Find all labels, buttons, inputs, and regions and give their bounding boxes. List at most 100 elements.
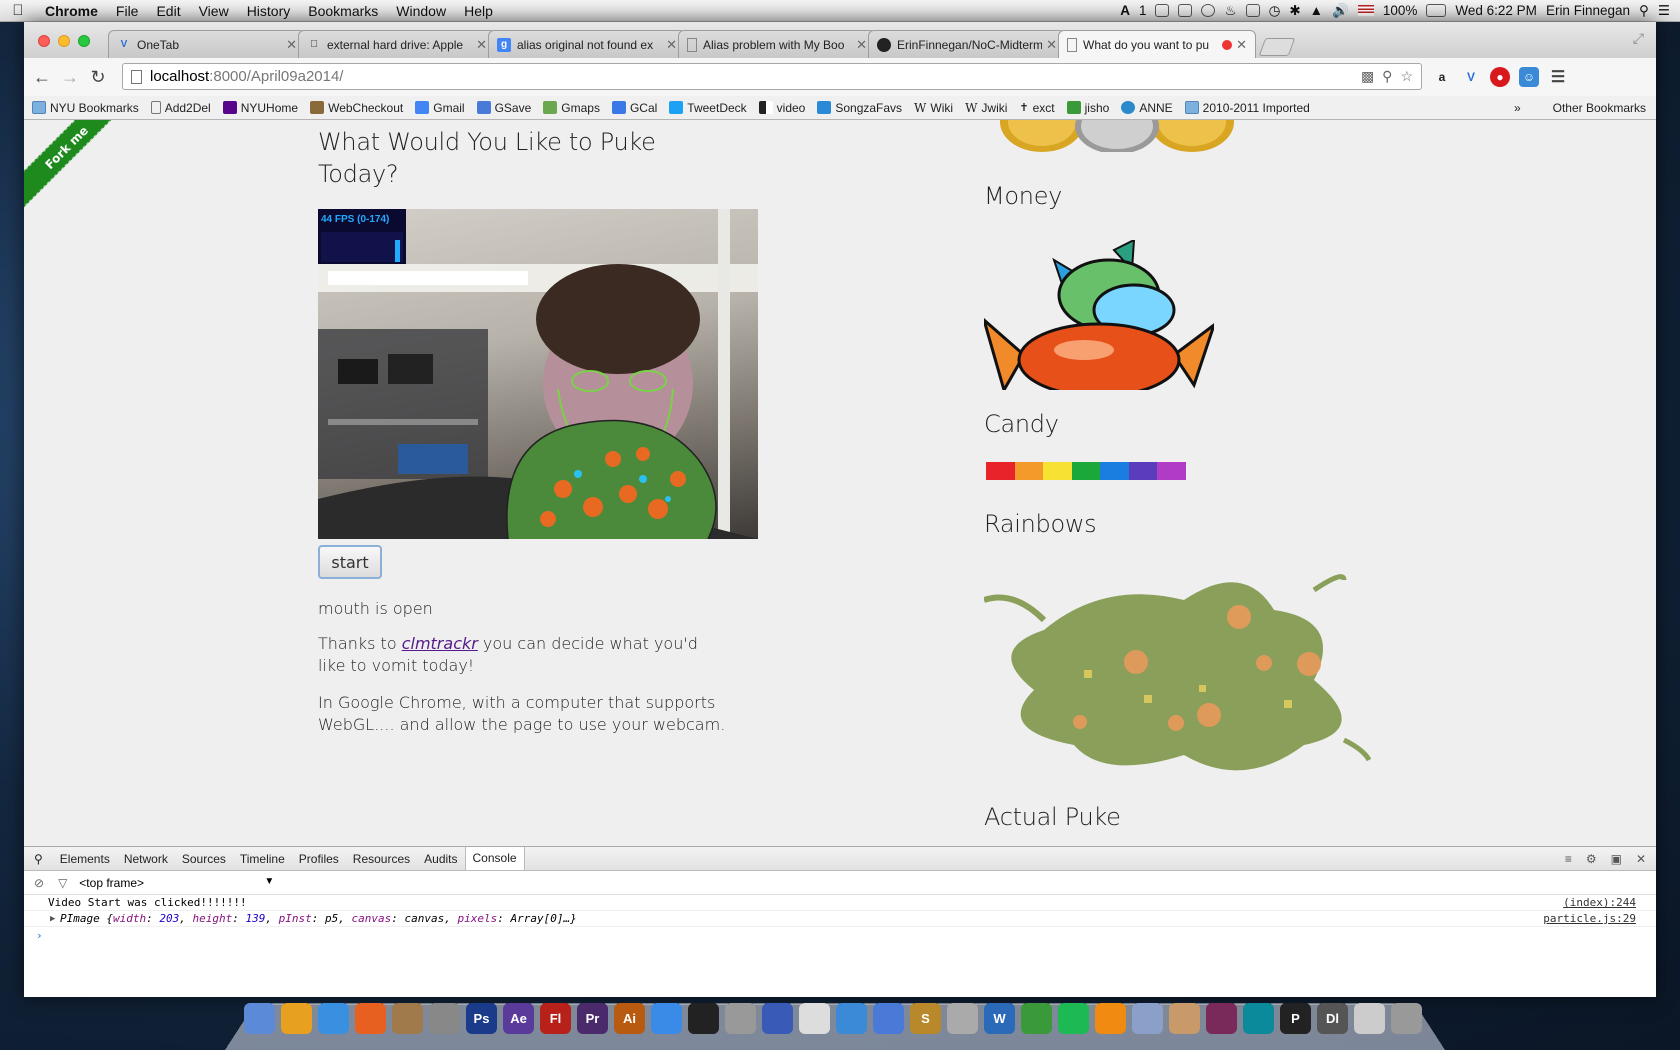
dock-trash-icon[interactable] (1391, 1003, 1422, 1034)
dock-dl-icon[interactable]: Dl (1317, 1003, 1348, 1034)
bookmark-wiki[interactable]: W Wiki (914, 101, 953, 116)
new-tab-button[interactable] (1258, 38, 1296, 56)
wifi-icon[interactable]: ▲ (1310, 3, 1323, 18)
bookmark-gmaps[interactable]: Gmaps (543, 101, 600, 115)
dock-finder-icon[interactable] (244, 1003, 275, 1034)
expand-triangle-icon[interactable]: ▶ (50, 914, 55, 924)
tab-close-icon[interactable]: ✕ (1236, 37, 1247, 53)
zoom-icon[interactable]: ⚲ (1382, 68, 1392, 85)
tab-sources[interactable]: Sources (175, 852, 233, 866)
bookmark-gcal[interactable]: GCal (611, 101, 657, 115)
dock-p-icon[interactable]: P (1280, 1003, 1311, 1034)
bookmark-webcheckout[interactable]: WebCheckout (310, 101, 403, 115)
person-extension-icon[interactable]: ☺ (1519, 67, 1539, 87)
clmtrackr-link[interactable]: clmtrackr (402, 634, 478, 653)
console-log-row[interactable]: ▶ PImage {width: 203, height: 139, pInst… (24, 911, 1656, 927)
dock-preview-icon[interactable] (799, 1003, 830, 1034)
dock-msg-icon[interactable] (651, 1003, 682, 1034)
time-machine-icon[interactable]: ◷ (1269, 3, 1281, 19)
amazon-extension-icon[interactable]: a (1432, 67, 1452, 87)
dock-safari-icon[interactable] (318, 1003, 349, 1034)
bookmark-exct[interactable]: ✝ exct (1019, 101, 1054, 115)
tab-onetab[interactable]: V OneTab ✕ (108, 30, 306, 58)
close-window-button[interactable] (38, 35, 50, 47)
dock-spotify-icon[interactable] (1058, 1003, 1089, 1034)
close-devtools-icon[interactable]: ✕ (1636, 852, 1646, 866)
devtools-search-icon[interactable]: ⚲ (24, 852, 53, 866)
dock-apps-icon[interactable] (1021, 1003, 1052, 1034)
back-button[interactable]: ← (28, 67, 56, 88)
dash-icon[interactable] (1178, 4, 1193, 17)
menu-edit[interactable]: Edit (147, 3, 189, 19)
start-button[interactable]: start (318, 545, 382, 579)
bookmark-nyu-bookmarks[interactable]: NYU Bookmarks (32, 101, 139, 115)
forward-button[interactable]: → (56, 67, 84, 88)
menu-file[interactable]: File (107, 3, 148, 19)
keyboard-icon[interactable] (1245, 4, 1260, 17)
tab-google-search[interactable]: g alias original not found ex ✕ (488, 30, 686, 58)
dock-ai-icon[interactable]: Ai (614, 1003, 645, 1034)
bookmark-nyuhome[interactable]: NYUHome (222, 101, 298, 115)
dock-itunes-icon[interactable] (836, 1003, 867, 1034)
tab-alias-problem[interactable]: Alias problem with My Boo ✕ (678, 30, 876, 58)
dock-photo-icon[interactable] (1169, 1003, 1200, 1034)
spotlight-search-icon[interactable]: ⚲ (1639, 3, 1649, 19)
log-source-link[interactable]: (index):244 (1563, 896, 1636, 909)
flame-icon[interactable]: ♨ (1224, 3, 1236, 19)
log-source-link[interactable]: particle.js:29 (1543, 912, 1636, 925)
filter-icon[interactable]: ▽ (58, 876, 67, 890)
chevron-overflow-icon[interactable]: » (1514, 101, 1521, 115)
dock-w-icon[interactable]: W (984, 1003, 1015, 1034)
dock-desk-icon[interactable] (762, 1003, 793, 1034)
reload-button[interactable]: ↻ (84, 67, 112, 88)
bookmark-tweetdeck[interactable]: TweetDeck (669, 101, 747, 115)
url-text[interactable]: localhost:8000/April09a2014/ (150, 68, 343, 85)
dock-mode-icon[interactable]: ▣ (1611, 852, 1622, 866)
adobe-status-icon[interactable]: A (1120, 3, 1130, 18)
v-extension-icon[interactable]: V (1461, 67, 1481, 87)
menu-bookmarks[interactable]: Bookmarks (299, 3, 387, 19)
bookmark-video[interactable]: video (758, 101, 805, 115)
bluetooth-icon[interactable]: ✱ (1289, 3, 1300, 19)
tab-elements[interactable]: Elements (53, 852, 117, 866)
dock-img-icon[interactable] (1132, 1003, 1163, 1034)
apple-menu-icon[interactable]:  (0, 2, 36, 19)
dock-ae-icon[interactable]: Ae (503, 1003, 534, 1034)
tab-github[interactable]: ErinFinnegan/NoC-Midterm ✕ (868, 30, 1066, 58)
tab-profiles[interactable]: Profiles (292, 852, 346, 866)
tab-close-icon[interactable]: ✕ (856, 37, 867, 53)
tab-close-icon[interactable]: ✕ (476, 37, 487, 53)
dock-arduino-icon[interactable] (1243, 1003, 1274, 1034)
tab-network[interactable]: Network (117, 852, 175, 866)
bookmark-jisho[interactable]: jisho (1066, 101, 1109, 115)
drawer-toggle-icon[interactable]: ≡ (1565, 852, 1572, 866)
dock-chrome-icon[interactable] (281, 1003, 312, 1034)
dock-mail-icon[interactable] (873, 1003, 904, 1034)
dock-pr-icon[interactable]: Pr (577, 1003, 608, 1034)
settings-gear-icon[interactable]: ⚙ (1586, 852, 1597, 866)
bookmark-gmail[interactable]: Gmail (415, 101, 465, 115)
menu-app[interactable]: Chrome (36, 3, 107, 19)
dock-notes-icon[interactable] (392, 1003, 423, 1034)
bookmark-add2del[interactable]: Add2Del (150, 101, 211, 115)
cloud-icon[interactable] (1155, 4, 1170, 17)
tab-resources[interactable]: Resources (346, 852, 417, 866)
frame-selector[interactable]: <top frame> ▼ (79, 876, 274, 890)
console-prompt[interactable]: › (24, 927, 1656, 943)
dock-s-icon[interactable]: S (910, 1003, 941, 1034)
volume-icon[interactable]: 🔊 (1332, 3, 1349, 19)
bookmark-gsave[interactable]: GSave (476, 101, 531, 115)
tab-close-icon[interactable]: ✕ (286, 37, 297, 53)
clear-console-icon[interactable]: ⊘ (34, 876, 44, 890)
stop-extension-icon[interactable]: ● (1490, 67, 1510, 87)
other-bookmarks[interactable]: » Other Bookmarks (1514, 101, 1646, 115)
tab-close-icon[interactable]: ✕ (666, 37, 677, 53)
bookmark-star-icon[interactable]: ☆ (1400, 68, 1413, 85)
target-icon[interactable] (1201, 4, 1216, 17)
address-bar[interactable]: localhost:8000/April09a2014/ ▩ ⚲ ☆ (122, 63, 1422, 90)
menu-window[interactable]: Window (387, 3, 455, 19)
tab-audits[interactable]: Audits (417, 852, 464, 866)
tab-close-icon[interactable]: ✕ (1046, 37, 1057, 53)
dock-calc-icon[interactable] (947, 1003, 978, 1034)
dock-ps-icon[interactable]: Ps (466, 1003, 497, 1034)
